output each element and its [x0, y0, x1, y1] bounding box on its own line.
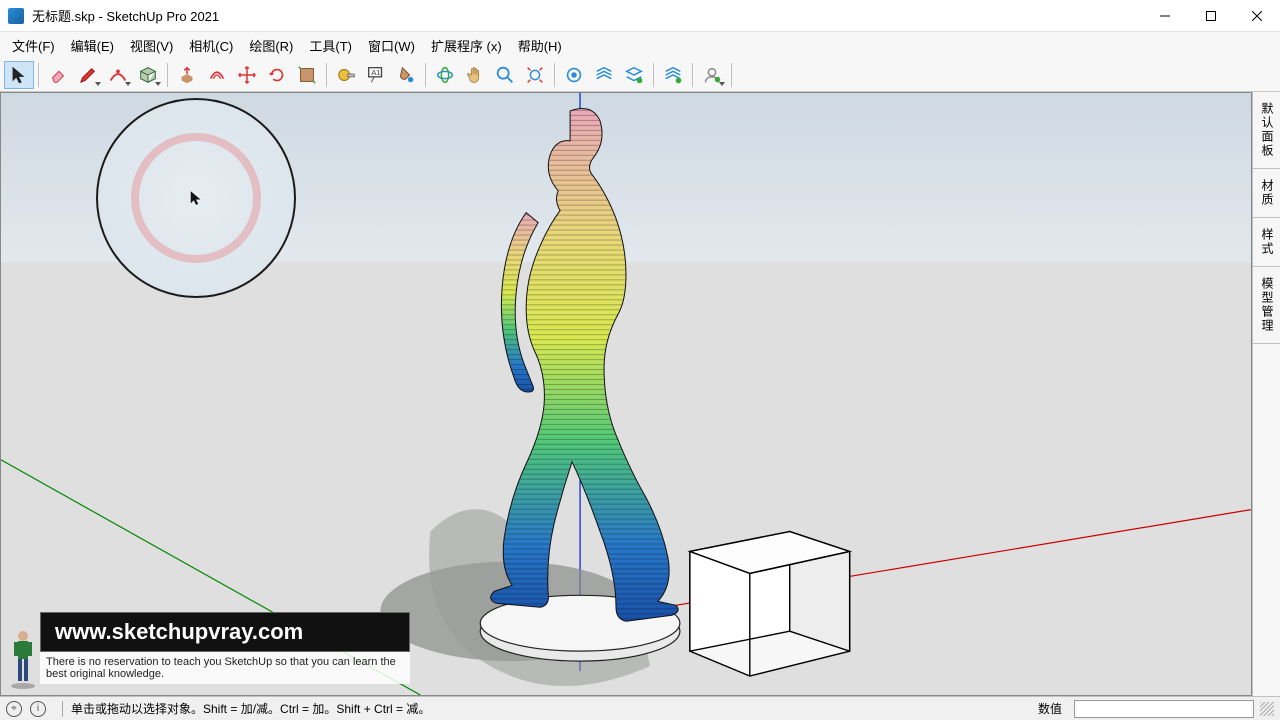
toolbar-separator: [731, 63, 732, 87]
menu-extensions[interactable]: 扩展程序 (x): [423, 34, 510, 57]
app-icon: [8, 8, 24, 24]
toolbar-separator: [167, 63, 168, 87]
scale-tool[interactable]: [292, 61, 322, 89]
plugin-user[interactable]: [697, 61, 727, 89]
plugin-4[interactable]: [658, 61, 688, 89]
text-tool[interactable]: A1: [361, 61, 391, 89]
menu-bar: 文件(F) 编辑(E) 视图(V) 相机(C) 绘图(R) 工具(T) 窗口(W…: [0, 32, 1280, 58]
menu-tools[interactable]: 工具(T): [301, 34, 360, 57]
menu-window[interactable]: 窗口(W): [360, 34, 423, 57]
plugin-2[interactable]: [589, 61, 619, 89]
svg-text:A1: A1: [371, 68, 380, 77]
pan-tool[interactable]: [460, 61, 490, 89]
rotate-tool[interactable]: [262, 61, 292, 89]
window-title: 无标题.skp - SketchUp Pro 2021: [32, 6, 1142, 25]
menu-file[interactable]: 文件(F): [4, 34, 63, 57]
tab-material[interactable]: 材质: [1253, 169, 1280, 218]
tape-tool[interactable]: [331, 61, 361, 89]
status-bar: ⌖ i 单击或拖动以选择对象。Shift = 加/减。Ctrl = 加。Shif…: [0, 696, 1280, 720]
tab-model-manage[interactable]: 模型管理: [1253, 267, 1280, 344]
zoom-extents-tool[interactable]: [520, 61, 550, 89]
toolbar-separator: [425, 63, 426, 87]
status-value-label: 数值: [1038, 700, 1062, 717]
toolbar: A1: [0, 58, 1280, 92]
tab-style[interactable]: 样式: [1253, 218, 1280, 267]
pushpull-tool[interactable]: [172, 61, 202, 89]
toolbar-separator: [38, 63, 39, 87]
pencil-tool[interactable]: [73, 61, 103, 89]
status-geo-icon[interactable]: ⌖: [6, 701, 22, 717]
offset-tool[interactable]: [202, 61, 232, 89]
cube: [690, 532, 850, 677]
minimize-button[interactable]: [1142, 0, 1188, 32]
status-hint: 单击或拖动以选择对象。Shift = 加/减。Ctrl = 加。Shift + …: [71, 700, 1038, 717]
watermark-sub: There is no reservation to teach you Ske…: [40, 652, 410, 684]
watermark: www.sketchupvray.com There is no reserva…: [40, 612, 410, 684]
eraser-tool[interactable]: [43, 61, 73, 89]
title-bar: 无标题.skp - SketchUp Pro 2021: [0, 0, 1280, 32]
status-info-icon[interactable]: i: [30, 701, 46, 717]
close-button[interactable]: [1234, 0, 1280, 32]
measurement-input[interactable]: [1074, 700, 1254, 718]
viewport[interactable]: [0, 92, 1252, 696]
right-panel-tabs: 默认面板 材质 样式 模型管理: [1252, 92, 1280, 696]
move-tool[interactable]: [232, 61, 262, 89]
menu-edit[interactable]: 编辑(E): [63, 34, 122, 57]
menu-help[interactable]: 帮助(H): [510, 34, 570, 57]
menu-camera[interactable]: 相机(C): [181, 34, 241, 57]
menu-view[interactable]: 视图(V): [122, 34, 181, 57]
toolbar-separator: [326, 63, 327, 87]
menu-draw[interactable]: 绘图(R): [241, 34, 301, 57]
toolbar-separator: [554, 63, 555, 87]
toolbar-separator: [653, 63, 654, 87]
window-controls: [1142, 0, 1280, 32]
maximize-button[interactable]: [1188, 0, 1234, 32]
watermark-url: www.sketchupvray.com: [40, 612, 410, 652]
plugin-3[interactable]: [619, 61, 649, 89]
zoom-tool[interactable]: [490, 61, 520, 89]
scale-figure-icon: [8, 628, 38, 690]
tab-default-panel[interactable]: 默认面板: [1253, 92, 1280, 169]
orbit-tool[interactable]: [430, 61, 460, 89]
status-separator: [62, 701, 63, 717]
rectangle-tool[interactable]: [133, 61, 163, 89]
paint-tool[interactable]: [391, 61, 421, 89]
plugin-1[interactable]: [559, 61, 589, 89]
resize-grip[interactable]: [1260, 702, 1274, 716]
toolbar-separator: [692, 63, 693, 87]
select-tool[interactable]: [4, 61, 34, 89]
arc-tool[interactable]: [103, 61, 133, 89]
